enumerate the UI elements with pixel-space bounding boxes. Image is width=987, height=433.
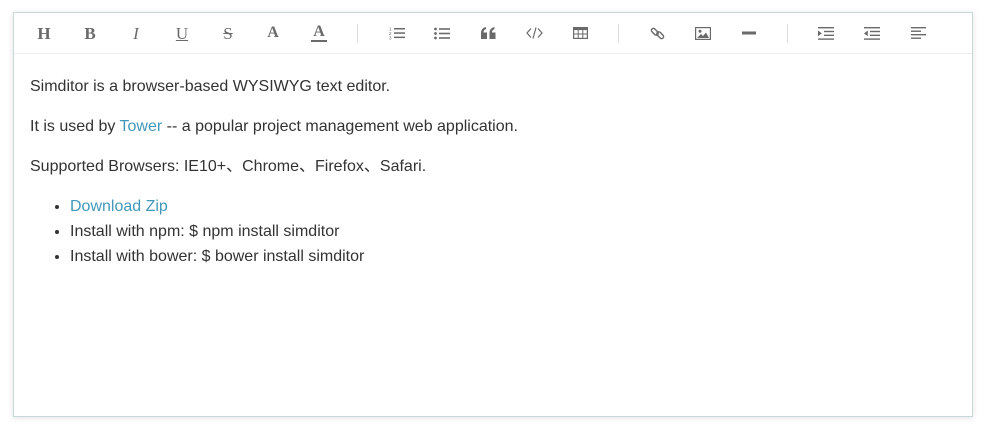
- toolbar-separator: [357, 24, 358, 43]
- image-icon: [695, 26, 711, 40]
- link-icon: [650, 27, 664, 39]
- italic-icon: I: [133, 23, 139, 43]
- outdent-icon: [864, 26, 880, 40]
- font-scale-icon: A: [267, 24, 279, 41]
- list-item: Install with npm: $ npm install simditor: [70, 222, 956, 247]
- title-button[interactable]: H: [29, 19, 59, 47]
- unordered-list-button[interactable]: [427, 19, 457, 47]
- toolbar-separator: [787, 24, 788, 43]
- paragraph-usage: It is used by Tower -- a popular project…: [30, 117, 956, 137]
- toolbar-separator: [618, 24, 619, 43]
- ordered-list-icon: 1 2 3: [389, 27, 405, 41]
- unordered-list-icon: [434, 27, 450, 39]
- underline-icon: U: [175, 23, 189, 43]
- title-icon: H: [37, 23, 51, 43]
- ordered-list-button[interactable]: 1 2 3: [382, 19, 412, 47]
- strikethrough-icon: S: [223, 23, 233, 43]
- list-item: Install with bower: $ bower install simd…: [70, 247, 956, 272]
- italic-button[interactable]: I: [121, 19, 151, 47]
- table-icon: [572, 27, 588, 39]
- editor-body[interactable]: Simditor is a browser-based WYSIWYG text…: [30, 77, 956, 272]
- code-button[interactable]: [519, 19, 549, 47]
- font-color-button[interactable]: A: [304, 19, 334, 47]
- strikethrough-button[interactable]: S: [213, 19, 243, 47]
- usage-text-after: -- a popular project management web appl…: [162, 118, 518, 135]
- outdent-button[interactable]: [857, 19, 887, 47]
- alignment-icon: [910, 27, 926, 39]
- list-item: Download Zip: [70, 197, 956, 222]
- blockquote-icon: [480, 27, 495, 39]
- paragraph-intro: Simditor is a browser-based WYSIWYG text…: [30, 78, 391, 95]
- blockquote-button[interactable]: [473, 19, 503, 47]
- font-color-icon: A: [311, 23, 327, 42]
- editor: H B I U S A A 1 2 3 Simditor is a browse…: [13, 12, 973, 417]
- horizontal-rule-button[interactable]: [734, 19, 764, 47]
- indent-button[interactable]: [811, 19, 841, 47]
- toolbar: H B I U S A A 1 2 3: [14, 13, 972, 54]
- alignment-button[interactable]: [903, 19, 933, 47]
- link-button[interactable]: [642, 19, 672, 47]
- font-scale-button[interactable]: A: [258, 19, 288, 47]
- tower-link[interactable]: Tower: [120, 118, 163, 135]
- indent-icon: [818, 26, 834, 40]
- usage-text-before: It is used by: [30, 118, 120, 135]
- table-button[interactable]: [565, 19, 595, 47]
- code-icon: [525, 27, 543, 39]
- bold-button[interactable]: B: [75, 19, 105, 47]
- install-list: Download Zip Install with npm: $ npm ins…: [30, 197, 956, 272]
- bold-icon: B: [84, 23, 96, 43]
- horizontal-rule-icon: [742, 31, 756, 35]
- paragraph-browsers: Supported Browsers: IE10+、Chrome、Firefox…: [30, 158, 427, 175]
- svg-text:3: 3: [389, 36, 392, 41]
- download-zip-link[interactable]: Download Zip: [70, 198, 168, 215]
- image-button[interactable]: [688, 19, 718, 47]
- underline-button[interactable]: U: [167, 19, 197, 47]
